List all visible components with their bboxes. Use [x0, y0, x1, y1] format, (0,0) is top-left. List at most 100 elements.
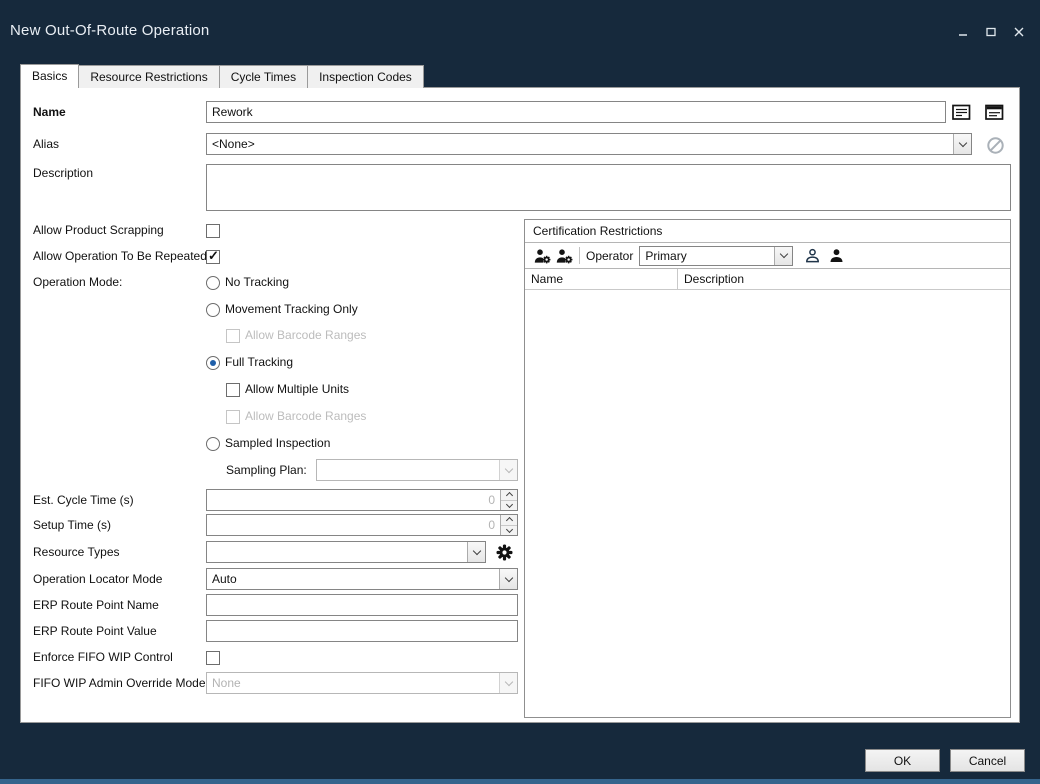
allow-repeated-label: Allow Operation To Be Repeated [33, 245, 207, 267]
movement-tracking-label[interactable]: Movement Tracking Only [225, 298, 358, 320]
chevron-down-icon [505, 501, 512, 508]
name-input[interactable] [206, 101, 946, 123]
fifo-override-combobox: None [206, 672, 518, 694]
name-label: Name [33, 101, 66, 123]
allow-multiple-units-checkbox[interactable] [226, 383, 240, 397]
maximize-button[interactable] [982, 24, 1000, 40]
chevron-down-icon [504, 677, 512, 685]
enforce-fifo-checkbox[interactable] [206, 651, 220, 665]
spin-down-button[interactable] [501, 501, 517, 511]
chevron-up-icon [505, 492, 512, 499]
allow-product-scrapping-checkbox[interactable] [206, 224, 220, 238]
tab-inspection-codes[interactable]: Inspection Codes [307, 65, 424, 88]
certification-restrictions-group: Certification Restrictions [524, 219, 1011, 718]
tab-resource-restrictions[interactable]: Resource Restrictions [78, 65, 219, 88]
spin-up-button[interactable] [501, 490, 517, 501]
est-cycle-time-value: 0 [207, 490, 500, 510]
certification-table-header: Name Description [525, 269, 1010, 290]
certification-table-body[interactable] [525, 290, 1010, 717]
sampling-plan-combobox [316, 459, 518, 481]
alias-combobox[interactable]: <None> [206, 133, 972, 155]
operation-mode-label: Operation Mode: [33, 271, 122, 293]
erp-route-point-value-input[interactable] [206, 620, 518, 642]
window-controls [954, 24, 1028, 40]
movement-tracking-radio[interactable] [206, 303, 220, 317]
enforce-fifo-label: Enforce FIFO WIP Control [33, 646, 173, 668]
cancel-button[interactable]: Cancel [950, 749, 1025, 772]
est-cycle-time-input[interactable]: 0 [206, 489, 518, 511]
alias-dropdown-button[interactable] [953, 134, 971, 154]
allow-barcode-ranges-checkbox-full [226, 410, 240, 424]
sampling-plan-label: Sampling Plan: [226, 459, 307, 481]
maximize-icon [986, 27, 996, 37]
operation-locator-label: Operation Locator Mode [33, 568, 162, 590]
toolbar-separator [579, 247, 580, 264]
allow-barcode-ranges-label-full: Allow Barcode Ranges [245, 405, 366, 427]
column-header-description[interactable]: Description [678, 269, 1010, 289]
operator-label: Operator [586, 249, 633, 263]
text-panel-icon[interactable] [950, 101, 972, 123]
ok-button[interactable]: OK [865, 749, 940, 772]
sampled-inspection-radio[interactable] [206, 437, 220, 451]
operator-primary-icon[interactable] [801, 245, 823, 267]
close-icon [1014, 27, 1024, 37]
text-panel-header-icon[interactable] [983, 101, 1005, 123]
gear-icon[interactable] [493, 541, 515, 563]
operation-locator-value: Auto [207, 572, 499, 586]
certification-restrictions-title: Certification Restrictions [525, 220, 1010, 243]
setup-time-value: 0 [207, 515, 500, 535]
operator-dropdown-button[interactable] [774, 247, 792, 265]
setup-time-input[interactable]: 0 [206, 514, 518, 536]
sampling-plan-dropdown-button [499, 460, 517, 480]
tab-basics[interactable]: Basics [20, 64, 79, 88]
sampled-inspection-label[interactable]: Sampled Inspection [225, 432, 330, 454]
basics-tab-panel: Name Alias <None> [20, 87, 1020, 723]
description-label: Description [33, 162, 93, 184]
description-input[interactable] [206, 164, 1011, 211]
dialog-window: New Out-Of-Route Operation Basics Resour… [0, 0, 1040, 784]
minimize-button[interactable] [954, 24, 972, 40]
erp-route-point-name-label: ERP Route Point Name [33, 594, 159, 616]
minimize-icon [958, 27, 968, 37]
chevron-down-icon [505, 526, 512, 533]
setup-time-label: Setup Time (s) [33, 514, 111, 536]
est-cycle-time-spinner [500, 490, 517, 510]
alias-label: Alias [33, 133, 59, 155]
allow-barcode-ranges-label-movement: Allow Barcode Ranges [245, 324, 366, 346]
close-button[interactable] [1010, 24, 1028, 40]
column-header-name[interactable]: Name [525, 269, 678, 289]
allow-multiple-units-label[interactable]: Allow Multiple Units [245, 378, 349, 400]
chevron-down-icon [504, 573, 512, 581]
certified-person-alt-icon[interactable] [553, 245, 575, 267]
chevron-down-icon [504, 464, 512, 472]
allow-repeated-checkbox[interactable] [206, 250, 220, 264]
operation-locator-combobox[interactable]: Auto [206, 568, 518, 590]
no-tracking-label[interactable]: No Tracking [225, 271, 289, 293]
setup-time-spinner [500, 515, 517, 535]
alias-value: <None> [207, 137, 953, 151]
operator-combobox[interactable]: Primary [639, 246, 793, 266]
tab-bar: Basics Resource Restrictions Cycle Times… [20, 64, 423, 88]
erp-route-point-name-input[interactable] [206, 594, 518, 616]
no-tracking-radio[interactable] [206, 276, 220, 290]
chevron-down-icon [780, 250, 788, 258]
titlebar: New Out-Of-Route Operation [0, 0, 1040, 56]
operator-backup-icon[interactable] [825, 245, 847, 267]
erp-route-point-value-label: ERP Route Point Value [33, 620, 157, 642]
chevron-down-icon [958, 138, 966, 146]
est-cycle-time-label: Est. Cycle Time (s) [33, 489, 134, 511]
full-tracking-label[interactable]: Full Tracking [225, 351, 293, 373]
spin-up-button[interactable] [501, 515, 517, 526]
chevron-down-icon [472, 546, 480, 554]
resource-types-combobox[interactable] [206, 541, 486, 563]
tab-cycle-times[interactable]: Cycle Times [219, 65, 308, 88]
window-bottom-border [0, 779, 1040, 784]
fifo-override-label: FIFO WIP Admin Override Mode [33, 672, 206, 694]
operation-locator-dropdown-button[interactable] [499, 569, 517, 589]
resource-types-dropdown-button[interactable] [467, 542, 485, 562]
full-tracking-radio[interactable] [206, 356, 220, 370]
no-symbol-icon [984, 134, 1006, 156]
operator-value: Primary [640, 249, 774, 263]
spin-down-button[interactable] [501, 526, 517, 536]
certified-person-icon[interactable] [531, 245, 553, 267]
